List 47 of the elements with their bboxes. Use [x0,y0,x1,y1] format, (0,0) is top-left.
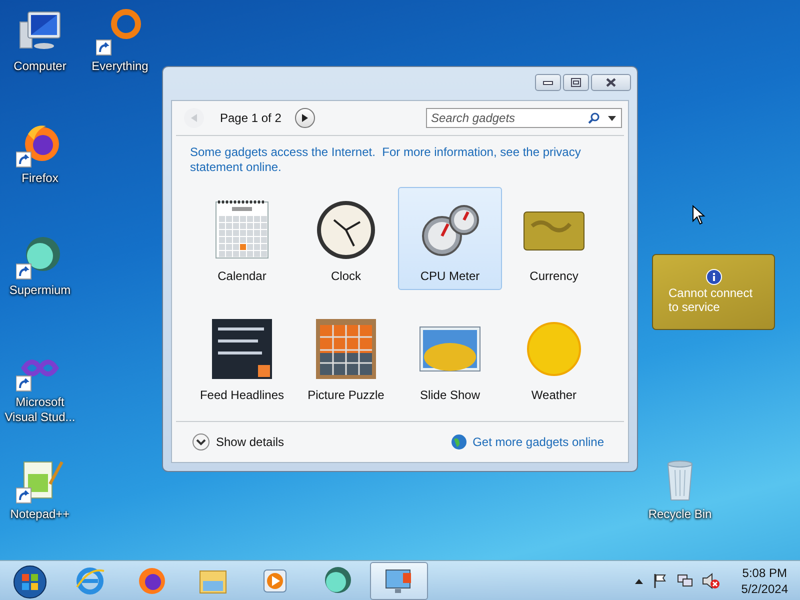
start-button[interactable] [12,564,48,600]
dropdown-caret-icon[interactable] [608,116,616,121]
close-icon [606,78,616,87]
gadget-tile[interactable]: Currency [502,187,606,290]
clock-icon [314,198,378,262]
maximize-button[interactable] [563,74,589,91]
right-arrow-icon [301,113,310,123]
gadget-tile[interactable]: Calendar [190,187,294,290]
network-icon[interactable] [677,573,694,589]
next-page-button[interactable] [295,108,316,128]
gadget-tile[interactable]: Weather [502,306,606,409]
privacy-notice-link[interactable]: Some gadgets access the Internet. For more information, see the privacy statement online. [172,136,604,175]
minimize-button[interactable] [535,74,561,91]
desktop-shortcut[interactable]: Computer [0,8,80,74]
get-more-gadgets-link[interactable]: Get more gadgets online [450,434,604,450]
desktop-shortcut[interactable]: Everything [80,8,160,74]
show-details-button[interactable]: Show details [192,433,284,451]
clock-date-button[interactable]: 5:08 PM 5/2/2024 [741,565,788,597]
close-button[interactable] [591,74,631,91]
error-message: Cannot connect to service [668,286,754,314]
globe-icon [450,434,467,450]
taskbar-button[interactable] [370,562,428,600]
app-logo-icon [136,565,168,597]
search-field[interactable]: Search gadgets [426,108,622,128]
gadget-tile[interactable]: Feed Headlines [190,306,294,409]
news-feed-icon [210,317,274,381]
chevron-down-icon [192,433,210,451]
puzzle-grid-icon [314,317,378,381]
desktop-shortcut[interactable]: Microsoft Visual Stud... [0,344,80,425]
show-hidden-icons-caret-icon[interactable] [635,578,644,584]
gadget-tile[interactable]: Clock [294,187,398,290]
search-icon[interactable] [588,112,600,124]
page-indicator: Page 1 of 2 [220,111,282,125]
speaker-muted-icon[interactable] [702,573,720,589]
info-icon [706,269,722,285]
desktop-shortcut[interactable]: Firefox [0,120,80,186]
letter-e-icon [74,565,106,597]
desktop-shortcut[interactable]: Supermium [0,232,80,298]
gadget-tile[interactable]: Picture Puzzle [294,306,398,409]
restore-icon [571,78,581,87]
flag-icon[interactable] [652,573,668,589]
windows-logo-icon [13,565,47,599]
gadget-tile[interactable]: CPU Meter [398,187,502,290]
mouse-pointer-icon [692,205,706,225]
minimize-icon [543,80,553,86]
left-arrow-icon [190,113,198,123]
gadget-tile[interactable]: Slide Show [398,306,502,409]
